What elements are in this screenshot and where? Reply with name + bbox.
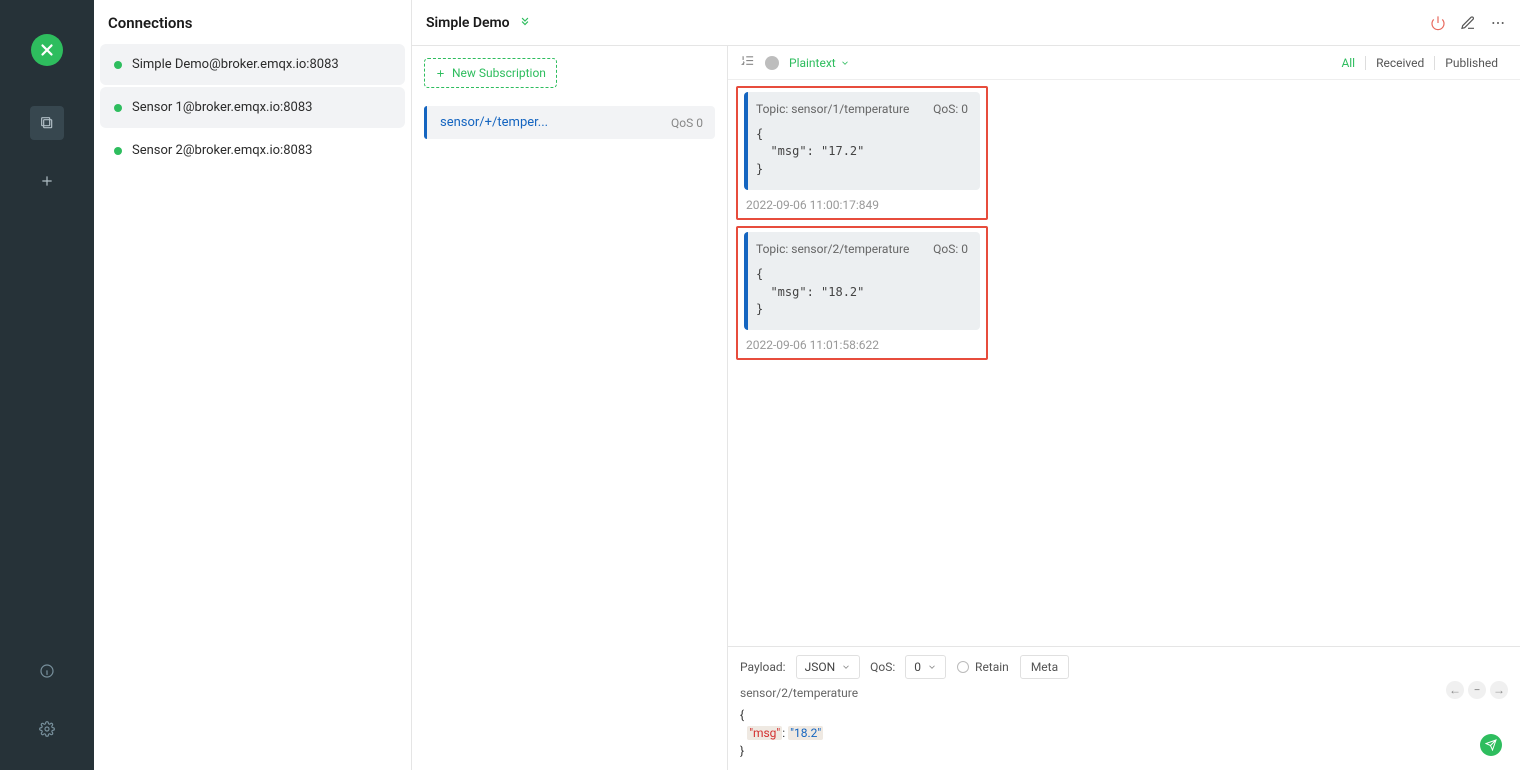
messages-toolbar: Plaintext All Received Published bbox=[728, 46, 1520, 80]
payload-type-select[interactable]: JSON bbox=[796, 655, 861, 679]
retain-toggle[interactable]: Retain bbox=[956, 655, 1010, 679]
nav-connections-icon[interactable] bbox=[30, 106, 64, 140]
status-dot-icon bbox=[114, 61, 122, 69]
message-color-bar bbox=[744, 92, 748, 190]
message-qos: QoS: 0 bbox=[933, 242, 968, 256]
connection-item[interactable]: Sensor 1@broker.emqx.io:8083 bbox=[100, 87, 405, 128]
history-minus-icon[interactable]: − bbox=[1468, 681, 1486, 699]
message-body: { "msg": "18.2" } bbox=[756, 266, 968, 318]
power-icon[interactable] bbox=[1430, 15, 1446, 31]
history-back-icon[interactable]: ← bbox=[1446, 681, 1464, 699]
message-timestamp: 2022-09-06 11:01:58:622 bbox=[746, 338, 980, 352]
meta-button[interactable]: Meta bbox=[1020, 655, 1069, 679]
connections-sidebar: Connections Simple Demo@broker.emqx.io:8… bbox=[94, 0, 412, 770]
filter-all[interactable]: All bbox=[1331, 56, 1365, 70]
message-timestamp: 2022-09-06 11:00:17:849 bbox=[746, 198, 980, 212]
new-subscription-label: New Subscription bbox=[452, 66, 546, 80]
nav-settings-icon[interactable] bbox=[30, 712, 64, 746]
client-avatar-icon bbox=[765, 56, 779, 70]
message-topic: Topic: sensor/2/temperature bbox=[756, 242, 909, 256]
message-filters: All Received Published bbox=[1331, 56, 1508, 70]
subscription-color-bar bbox=[424, 106, 427, 139]
more-icon[interactable] bbox=[1490, 15, 1506, 31]
connection-label: Sensor 2@broker.emqx.io:8083 bbox=[132, 143, 312, 158]
connection-item[interactable]: Sensor 2@broker.emqx.io:8083 bbox=[100, 130, 405, 171]
message-card[interactable]: Topic: sensor/2/temperature QoS: 0 { "ms… bbox=[744, 232, 980, 330]
message-highlight: Topic: sensor/1/temperature QoS: 0 { "ms… bbox=[736, 86, 988, 220]
connection-label: Sensor 1@broker.emqx.io:8083 bbox=[132, 100, 312, 115]
history-forward-icon[interactable]: → bbox=[1490, 681, 1508, 699]
qos-select[interactable]: 0 bbox=[905, 655, 946, 679]
filter-received[interactable]: Received bbox=[1365, 56, 1434, 70]
message-card[interactable]: Topic: sensor/1/temperature QoS: 0 { "ms… bbox=[744, 92, 980, 190]
status-dot-icon bbox=[114, 104, 122, 112]
messages-panel: Plaintext All Received Published Topic: … bbox=[728, 46, 1520, 770]
subscription-qos: QoS 0 bbox=[671, 116, 703, 130]
message-highlight: Topic: sensor/2/temperature QoS: 0 { "ms… bbox=[736, 226, 988, 360]
payload-label: Payload: bbox=[740, 660, 786, 674]
publish-topic[interactable]: sensor/2/temperature bbox=[740, 685, 1508, 700]
message-topic: Topic: sensor/1/temperature bbox=[756, 102, 909, 116]
edit-icon[interactable] bbox=[1460, 15, 1476, 31]
collapse-icon[interactable] bbox=[518, 13, 532, 32]
connection-title: Simple Demo bbox=[426, 15, 510, 31]
nav-info-icon[interactable] bbox=[30, 654, 64, 688]
connection-item[interactable]: Simple Demo@broker.emqx.io:8083 bbox=[100, 44, 405, 85]
connection-label: Simple Demo@broker.emqx.io:8083 bbox=[132, 57, 339, 72]
nav-add-icon[interactable] bbox=[30, 164, 64, 198]
payload-format-select[interactable]: Plaintext bbox=[789, 56, 850, 70]
subscription-item[interactable]: sensor/+/temper... QoS 0 bbox=[424, 106, 715, 139]
retain-radio-icon bbox=[957, 661, 969, 673]
sidebar-title: Connections bbox=[94, 0, 411, 44]
message-list: Topic: sensor/1/temperature QoS: 0 { "ms… bbox=[728, 80, 1520, 646]
message-qos: QoS: 0 bbox=[933, 102, 968, 116]
app-rail bbox=[0, 0, 94, 770]
app-logo bbox=[31, 34, 63, 66]
connection-header: Simple Demo bbox=[412, 0, 1520, 46]
subscriptions-panel: New Subscription sensor/+/temper... QoS … bbox=[412, 46, 728, 770]
status-dot-icon bbox=[114, 147, 122, 155]
subscription-topic: sensor/+/temper... bbox=[440, 115, 663, 130]
message-color-bar bbox=[744, 232, 748, 330]
message-body: { "msg": "17.2" } bbox=[756, 126, 968, 178]
new-subscription-button[interactable]: New Subscription bbox=[424, 58, 557, 88]
list-order-icon[interactable] bbox=[740, 53, 755, 72]
qos-label: QoS: bbox=[870, 660, 895, 674]
publish-body-editor[interactable]: { "msg": "18.2" } bbox=[740, 706, 1508, 760]
send-button[interactable] bbox=[1480, 734, 1502, 756]
main-panel: Simple Demo New Subscription se bbox=[412, 0, 1520, 770]
filter-published[interactable]: Published bbox=[1434, 56, 1508, 70]
publish-panel: Payload: JSON QoS: 0 Retain Meta bbox=[728, 646, 1520, 770]
